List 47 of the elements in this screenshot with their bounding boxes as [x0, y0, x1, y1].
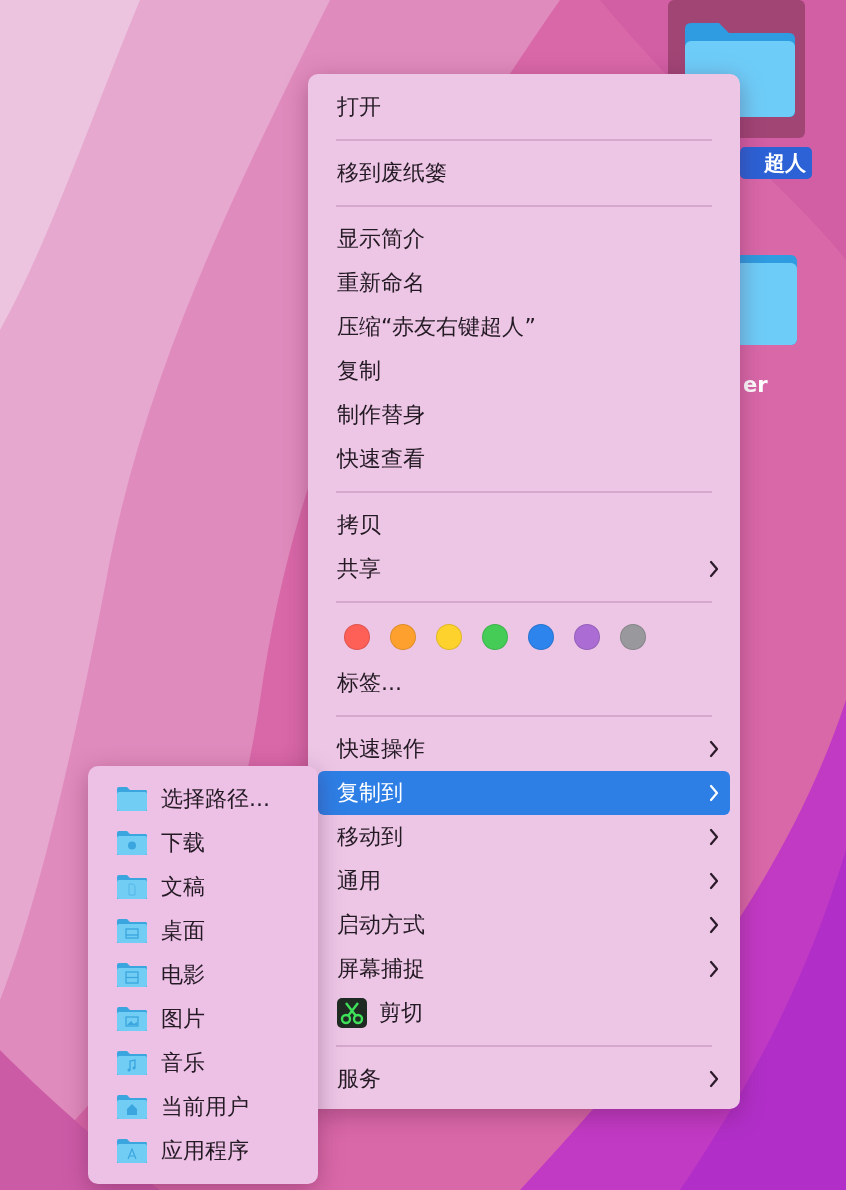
menu-item[interactable]: 复制 [318, 349, 730, 393]
menu-item[interactable]: 下载 [88, 821, 318, 865]
menu-item[interactable]: 标签... [318, 661, 730, 705]
folder-icon [116, 918, 148, 944]
menu-item[interactable]: 通用 [318, 859, 730, 903]
menu-item[interactable]: 拷贝 [318, 503, 730, 547]
menu-item[interactable]: 移动到 [318, 815, 730, 859]
file-name-label: 超人 [740, 147, 812, 179]
menu-item[interactable]: 桌面 [88, 909, 318, 953]
menu-item[interactable]: 共享 [318, 547, 730, 591]
menu-item[interactable]: 当前用户 [88, 1085, 318, 1129]
menu-item[interactable]: 服务 [318, 1057, 730, 1101]
menu-item[interactable]: 文稿 [88, 865, 318, 909]
menu-item[interactable]: 快速操作 [318, 727, 730, 771]
tag-color-dot[interactable] [574, 624, 600, 650]
menu-item[interactable]: 显示简介 [318, 217, 730, 261]
menu-item[interactable]: 电影 [88, 953, 318, 997]
scissors-icon [337, 998, 367, 1028]
menu-item[interactable]: 启动方式 [318, 903, 730, 947]
tag-color-dot[interactable] [528, 624, 554, 650]
menu-item[interactable]: 移到废纸篓 [318, 151, 730, 195]
tag-color-dot[interactable] [436, 624, 462, 650]
menu-item[interactable]: 屏幕捕捉 [318, 947, 730, 991]
menu-item[interactable]: 打开 [318, 85, 730, 129]
menu-item[interactable]: 制作替身 [318, 393, 730, 437]
folder-icon [116, 830, 148, 856]
menu-item[interactable]: 重新命名 [318, 261, 730, 305]
folder-icon [116, 786, 148, 812]
folder-icon [116, 874, 148, 900]
menu-item[interactable]: 选择路径... [88, 777, 318, 821]
menu-item[interactable]: 压缩“赤友右键超人” [318, 305, 730, 349]
folder-icon [116, 1050, 148, 1076]
tag-color-dot[interactable] [344, 624, 370, 650]
tag-color-dot[interactable] [482, 624, 508, 650]
menu-item[interactable]: 图片 [88, 997, 318, 1041]
tag-color-dot[interactable] [620, 624, 646, 650]
menu-item[interactable]: 应用程序 [88, 1129, 318, 1173]
menu-item[interactable]: 音乐 [88, 1041, 318, 1085]
menu-item[interactable]: 复制到 [318, 771, 730, 815]
folder-icon [116, 1006, 148, 1032]
file-name-label: er [743, 373, 768, 397]
menu-item[interactable]: 剪切 [318, 991, 730, 1035]
menu-item[interactable]: 快速查看 [318, 437, 730, 481]
tag-color-dot[interactable] [390, 624, 416, 650]
folder-icon [116, 962, 148, 988]
folder-icon [116, 1094, 148, 1120]
folder-icon [116, 1138, 148, 1164]
